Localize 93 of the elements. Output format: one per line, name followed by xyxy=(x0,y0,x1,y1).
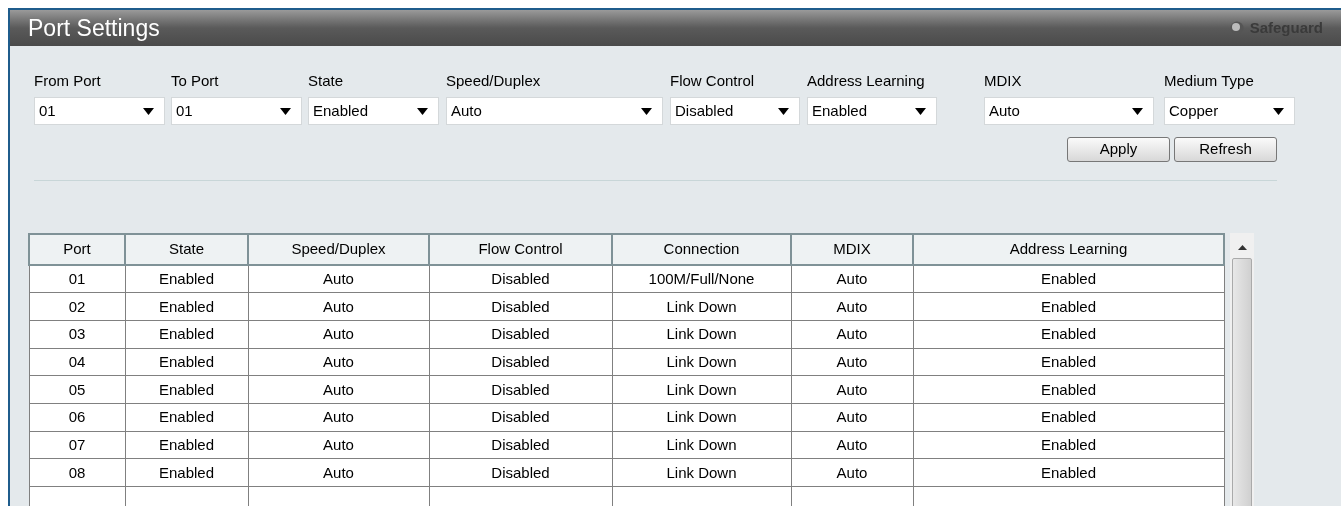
table-cell: Auto xyxy=(791,265,913,293)
table-cell: Link Down xyxy=(612,431,791,459)
filter-label: Flow Control xyxy=(670,72,756,90)
column-header: MDIX xyxy=(791,234,913,265)
action-button[interactable]: Apply xyxy=(1067,137,1170,162)
column-header: Speed/Duplex xyxy=(248,234,429,265)
filter-label: State xyxy=(308,72,345,90)
filter-label: Speed/Duplex xyxy=(446,72,542,90)
filter-label: Address Learning xyxy=(807,72,926,90)
table-cell: Enabled xyxy=(125,292,248,321)
table-cell: Auto xyxy=(248,348,429,376)
filter-label: To Port xyxy=(171,72,220,90)
caret-icon xyxy=(143,107,154,115)
table-cell: Enabled xyxy=(913,348,1224,376)
filter-label: From Port xyxy=(34,72,102,90)
table-cell: Auto xyxy=(248,265,429,293)
dropdown[interactable]: 01 xyxy=(171,97,302,125)
table-cell: 05 xyxy=(29,375,125,404)
table-cell: Enabled xyxy=(125,265,248,293)
table-cell: Disabled xyxy=(429,458,612,487)
table-cell: Disabled xyxy=(429,292,612,321)
table-cell: Auto xyxy=(248,320,429,349)
table-cell: 04 xyxy=(29,348,125,376)
table-cell: 100M/Full/None xyxy=(612,265,791,293)
table-cell: Link Down xyxy=(612,375,791,404)
table-cell: Auto xyxy=(791,348,913,376)
column-header: Port xyxy=(29,234,125,265)
scroll-up-icon[interactable] xyxy=(1237,245,1247,250)
dropdown[interactable]: Enabled xyxy=(308,97,439,125)
table-cell: Auto xyxy=(248,375,429,404)
table-cell: Auto xyxy=(248,458,429,487)
dropdown[interactable]: 01 xyxy=(34,97,165,125)
table-cell: Enabled xyxy=(125,403,248,432)
table-cell: Disabled xyxy=(429,403,612,432)
caret-icon xyxy=(280,107,291,115)
table-cell: Auto xyxy=(791,320,913,349)
table-cell: Enabled xyxy=(125,375,248,404)
table-cell: Enabled xyxy=(913,403,1224,432)
table-cell: Disabled xyxy=(429,431,612,459)
table-cell: Enabled xyxy=(913,292,1224,321)
table-cell: 02 xyxy=(29,292,125,321)
table-cell: 08 xyxy=(29,458,125,487)
scroll-thumb[interactable] xyxy=(1232,258,1252,506)
column-header: Address Learning xyxy=(913,234,1224,265)
table-cell: Enabled xyxy=(913,375,1224,404)
column-header: Flow Control xyxy=(429,234,612,265)
table-cell: Link Down xyxy=(612,458,791,487)
column-header: State xyxy=(125,234,248,265)
caret-icon xyxy=(1273,107,1284,115)
table-cell: Enabled xyxy=(913,265,1224,293)
table-cell: 01 xyxy=(29,265,125,293)
table-cell: Disabled xyxy=(429,265,612,293)
caret-icon xyxy=(641,107,652,115)
dropdown[interactable]: Disabled xyxy=(670,97,800,125)
caret-icon xyxy=(915,107,926,115)
table-cell: Enabled xyxy=(125,431,248,459)
table-cell: Auto xyxy=(791,431,913,459)
table-cell: Link Down xyxy=(612,320,791,349)
table-cell: 06 xyxy=(29,403,125,432)
table-cell: Enabled xyxy=(913,431,1224,459)
action-button[interactable]: Refresh xyxy=(1174,137,1277,162)
table-cell: Auto xyxy=(791,292,913,321)
dropdown[interactable]: Auto xyxy=(984,97,1154,125)
table-cell: Auto xyxy=(791,403,913,432)
table-cell: Auto xyxy=(248,403,429,432)
dropdown[interactable]: Auto xyxy=(446,97,663,125)
table-cell: Auto xyxy=(248,292,429,321)
dropdown[interactable]: Enabled xyxy=(807,97,937,125)
filter-label: Medium Type xyxy=(1164,72,1255,90)
table-cell: Auto xyxy=(791,375,913,404)
table-cell: Enabled xyxy=(913,320,1224,349)
window-title: Port Settings xyxy=(28,16,160,40)
table-cell: Link Down xyxy=(612,292,791,321)
caret-icon xyxy=(417,107,428,115)
table-cell: Auto xyxy=(248,431,429,459)
caret-icon xyxy=(1132,107,1143,115)
table-cell: 07 xyxy=(29,431,125,459)
table-cell: 03 xyxy=(29,320,125,349)
table-cell: Auto xyxy=(791,458,913,487)
table-cell: Disabled xyxy=(429,320,612,349)
table-cell: Enabled xyxy=(125,320,248,349)
table-cell: Enabled xyxy=(125,458,248,487)
dropdown[interactable]: Copper xyxy=(1164,97,1295,125)
caret-icon xyxy=(778,107,789,115)
table-cell: Link Down xyxy=(612,403,791,432)
table-cell: Link Down xyxy=(612,348,791,376)
table-cell: Enabled xyxy=(125,348,248,376)
table-cell: Enabled xyxy=(913,458,1224,487)
column-header: Connection xyxy=(612,234,791,265)
scrollbar[interactable] xyxy=(1230,233,1254,506)
table-cell: Disabled xyxy=(429,348,612,376)
filter-label: MDIX xyxy=(984,72,1023,90)
table-cell: Disabled xyxy=(429,375,612,404)
